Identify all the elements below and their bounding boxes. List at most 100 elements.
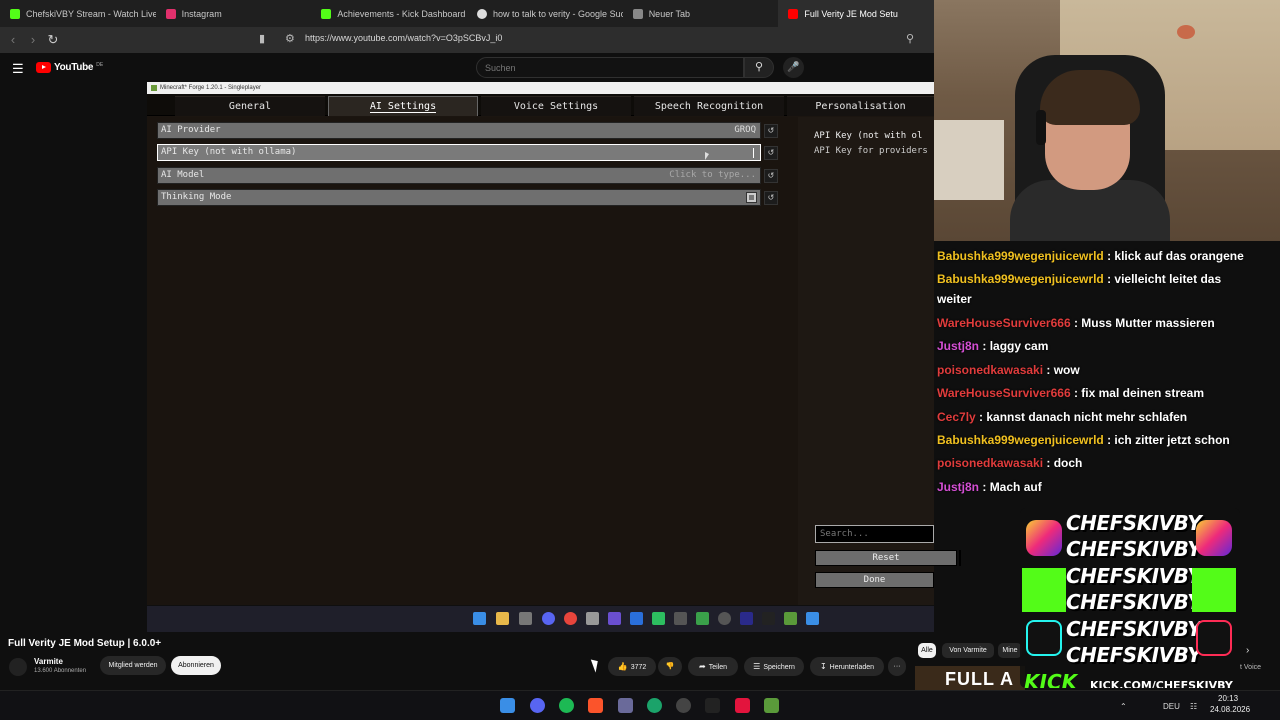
- language-indicator[interactable]: DEU: [1163, 702, 1180, 711]
- avatar[interactable]: [9, 658, 27, 676]
- secondary-button[interactable]: [959, 550, 961, 566]
- reset-icon[interactable]: ↺: [764, 146, 778, 160]
- mouse-cursor-icon: [705, 152, 709, 160]
- instagram-icon: [1026, 520, 1062, 556]
- thinking-mode-checkbox[interactable]: [746, 192, 757, 203]
- filter-chip-channel[interactable]: Von Varmite: [942, 643, 994, 658]
- reset-button[interactable]: Reset: [815, 550, 957, 566]
- share-icon: ➦: [699, 662, 706, 671]
- tab-speech-recognition[interactable]: Speech Recognition: [634, 96, 784, 116]
- browser-tab-active[interactable]: Full Verity JE Mod Setu: [778, 0, 935, 27]
- ai-provider-value: GROQ: [734, 125, 756, 135]
- windows-start-icon[interactable]: [500, 698, 515, 713]
- tab-personalisation[interactable]: Personalisation: [787, 96, 934, 116]
- thumbs-up-icon: 👍: [617, 662, 628, 671]
- like-button[interactable]: 👍 3772: [608, 657, 656, 676]
- clock-time[interactable]: 20:13: [1218, 694, 1238, 703]
- google-icon: [477, 8, 488, 19]
- browser-tab[interactable]: how to talk to verity - Google Suche: [467, 0, 623, 27]
- forward-icon[interactable]: ›: [22, 32, 44, 47]
- youtube-icon: [788, 8, 799, 19]
- discord-icon[interactable]: [530, 698, 545, 713]
- youtube-play-icon: [36, 62, 51, 73]
- streamer-brand-overlay: CHEFSKIVBY CHEFSKIVBY CHEFSKIVBY CHEFSKI…: [1020, 508, 1240, 688]
- app-icon: [586, 612, 599, 625]
- save-button[interactable]: ☰ Speichern: [744, 657, 804, 676]
- discord-icon: [542, 612, 555, 625]
- site-settings-icon[interactable]: ⚙: [285, 32, 295, 45]
- app-icon[interactable]: [705, 698, 720, 713]
- search-input[interactable]: Suchen: [476, 57, 744, 78]
- share-button[interactable]: ➦ Teilen: [688, 657, 738, 676]
- minecraft-icon: [784, 612, 797, 625]
- new-tab-icon: [632, 8, 643, 19]
- download-button[interactable]: ↧ Herunterladen: [810, 657, 884, 676]
- tab-general[interactable]: General: [175, 96, 325, 116]
- app-icon[interactable]: [618, 698, 633, 713]
- kick-icon: [1192, 568, 1236, 612]
- browser-tab[interactable]: Achievements - Kick Dashboard: [311, 0, 467, 27]
- zoom-icon[interactable]: ⚲: [906, 32, 914, 45]
- app-icon: [718, 612, 731, 625]
- chevron-up-icon[interactable]: ⌃: [1120, 702, 1127, 711]
- clock-date[interactable]: 24.08.2026: [1210, 705, 1250, 714]
- spotify-icon[interactable]: [559, 698, 574, 713]
- reset-icon[interactable]: ↺: [764, 191, 778, 205]
- subscribe-button[interactable]: Abonnieren: [171, 656, 221, 675]
- reset-icon[interactable]: ↺: [764, 124, 778, 138]
- youtube-logo[interactable]: YouTube DE: [36, 62, 103, 73]
- chat-message: poisonedkawasaki : wow: [937, 363, 1080, 377]
- tab-ai-settings[interactable]: AI Settings: [328, 96, 478, 116]
- ai-model-placeholder: Click to type...: [669, 170, 756, 180]
- filter-chip-more[interactable]: Mine: [998, 643, 1022, 658]
- description-title: API Key (not with ol: [814, 131, 923, 141]
- windows-start-icon: [473, 612, 486, 625]
- config-search-input[interactable]: Search...: [815, 525, 934, 543]
- minecraft-titlebar: Minecraft* Forge 1.20.1 - Singleplayer: [147, 82, 934, 94]
- chrome-icon: [564, 612, 577, 625]
- thinking-mode-row[interactable]: Thinking Mode: [157, 189, 761, 206]
- back-icon[interactable]: ‹: [2, 32, 24, 47]
- ai-provider-row[interactable]: AI Provider GROQ: [157, 122, 761, 139]
- reload-icon[interactable]: ↻: [42, 32, 64, 48]
- app-icon: [519, 612, 532, 625]
- config-tabs: General AI Settings Voice Settings Speec…: [147, 94, 934, 116]
- app-icon: [630, 612, 643, 625]
- kick-icon: [10, 8, 20, 19]
- join-button[interactable]: Mitglied werden: [100, 656, 166, 675]
- search-icon[interactable]: ⚲: [744, 57, 774, 78]
- app-icon[interactable]: [735, 698, 750, 713]
- app-icon[interactable]: [647, 698, 662, 713]
- browser-tab-bar: ChefskiVBY Stream - Watch Live on K Inst…: [0, 0, 935, 27]
- browser-tab[interactable]: Neuer Tab: [623, 0, 779, 27]
- done-button[interactable]: Done: [815, 572, 934, 588]
- api-key-field[interactable]: API Key (not with ollama): [157, 144, 761, 161]
- kick-icon: [1022, 568, 1066, 612]
- chat-message: Justj8n : laggy cam: [937, 339, 1049, 353]
- menu-icon[interactable]: ☰: [12, 61, 24, 77]
- dislike-button[interactable]: 👎: [658, 657, 682, 676]
- browser-tab[interactable]: Instagram: [156, 0, 312, 27]
- wifi-icon[interactable]: ☷: [1190, 702, 1197, 711]
- minecraft-icon[interactable]: [764, 698, 779, 713]
- browser-tab[interactable]: ChefskiVBY Stream - Watch Live on K: [0, 0, 156, 27]
- microphone-icon[interactable]: 🎤: [783, 57, 804, 78]
- brave-icon[interactable]: [588, 698, 603, 713]
- ai-model-field[interactable]: AI Model Click to type...: [157, 167, 761, 184]
- app-icon: [608, 612, 621, 625]
- download-icon: ↧: [819, 662, 827, 671]
- filter-chip-all[interactable]: Alle: [918, 643, 936, 658]
- channel-name[interactable]: Varmite: [34, 657, 63, 666]
- tab-voice-settings[interactable]: Voice Settings: [481, 96, 631, 116]
- bookmark-icon[interactable]: ▮: [259, 32, 265, 45]
- chevron-right-icon[interactable]: ›: [1246, 645, 1249, 656]
- more-actions-button[interactable]: ···: [888, 657, 906, 676]
- kick-logo: KICK: [1024, 670, 1078, 688]
- reset-icon[interactable]: ↺: [764, 169, 778, 183]
- app-icon[interactable]: [676, 698, 691, 713]
- address-bar[interactable]: https://www.youtube.com/watch?v=O3pSCBvJ…: [305, 33, 502, 43]
- related-video-thumbnail[interactable]: FULL A: [915, 666, 1025, 692]
- chat-message: poisonedkawasaki : doch: [937, 456, 1083, 470]
- kick-url: KICK.COM/CHEFSKIVBY: [1090, 679, 1233, 688]
- app-icon: [740, 612, 753, 625]
